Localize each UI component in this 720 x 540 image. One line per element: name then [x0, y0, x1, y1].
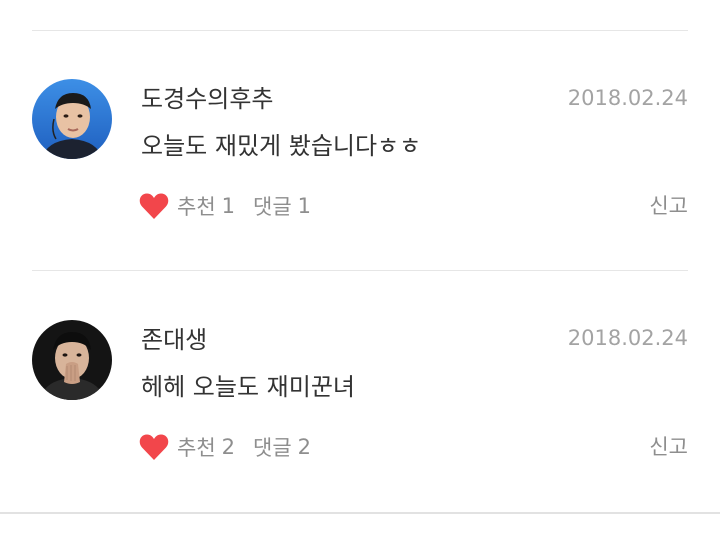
recommend-count: 2: [221, 435, 236, 459]
recommend-label[interactable]: 추천: [177, 432, 216, 462]
reply-label[interactable]: 댓글: [253, 432, 292, 462]
avatar-image: [32, 320, 112, 400]
heart-icon[interactable]: [139, 433, 169, 461]
bottom-divider: [0, 512, 720, 514]
comment-text: 헤헤 오늘도 재미꾼녀: [141, 373, 355, 401]
comment-date: 2018.02.24: [567, 326, 688, 350]
comment-author[interactable]: 존대생: [141, 325, 207, 355]
comment-divider: [32, 270, 688, 271]
comment-list-screen: 도경수의후추 2018.02.24 오늘도 재밌게 봤습니다ㅎㅎ 추천 1 댓글…: [0, 0, 720, 540]
reply-count: 2: [297, 435, 312, 459]
comment-item: 존대생 2018.02.24 헤헤 오늘도 재미꾼녀 추천 2 댓글 2 신고: [0, 0, 720, 460]
report-button[interactable]: 신고: [649, 432, 688, 462]
comment-actions: 추천 2 댓글 2: [139, 432, 311, 462]
avatar[interactable]: [32, 320, 112, 400]
